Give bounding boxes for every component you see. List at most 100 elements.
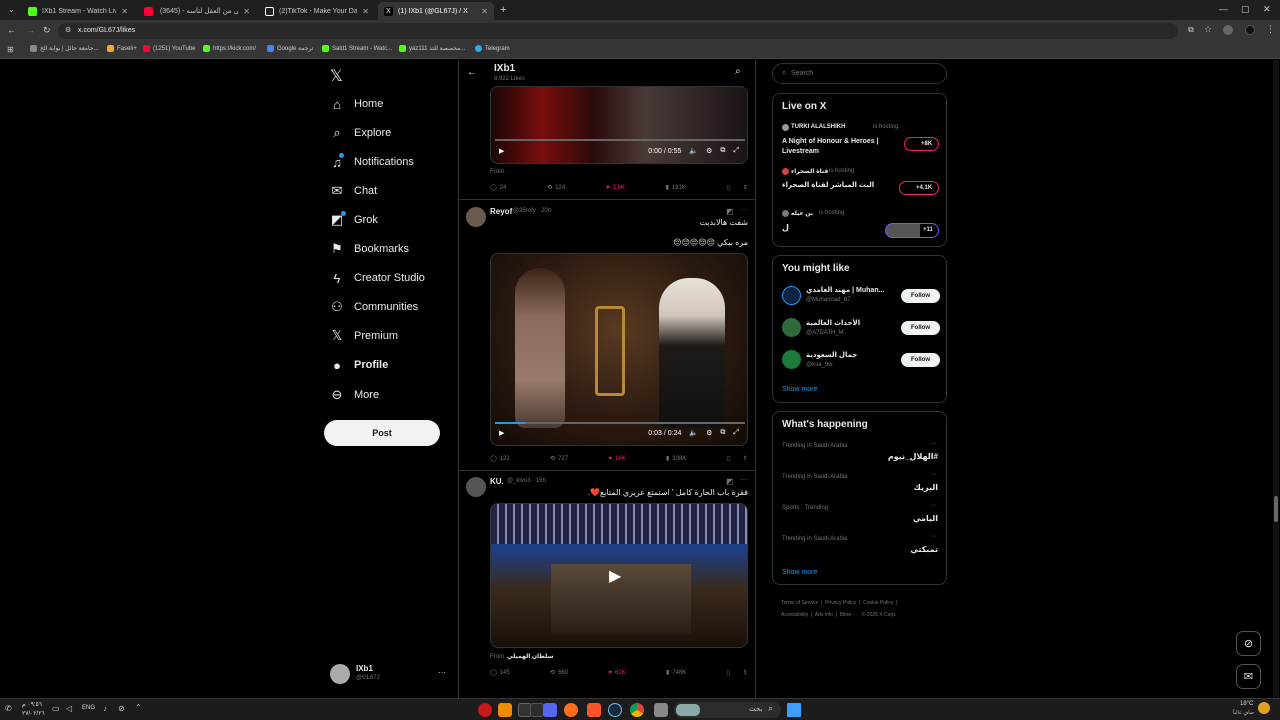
taskbar-search[interactable]: بحث ⌕ [674, 702, 781, 718]
bookmark-item[interactable]: جامعة حائل | بوابة الخ... [30, 45, 99, 52]
search-icon[interactable]: ⌕ [735, 66, 741, 77]
close-icon[interactable]: ✕ [481, 7, 488, 16]
follow-button[interactable]: Follow [901, 289, 940, 303]
play-icon[interactable]: ▶ [499, 147, 504, 155]
brave-icon[interactable] [587, 703, 601, 717]
volume-icon[interactable]: ◁ [66, 704, 72, 713]
network-icon[interactable]: ⊘ [118, 704, 125, 713]
avatar[interactable] [466, 477, 486, 497]
trend-item[interactable]: تمبكتي [910, 545, 938, 554]
discord-icon[interactable] [543, 703, 557, 717]
video-player[interactable]: ▶ 0:00 / 0:55 🔈 ⚙ ⧉ ⤢ [490, 86, 748, 164]
maximize-icon[interactable]: ▢ [1241, 4, 1250, 15]
nav-profile[interactable]: ● Profile [330, 358, 388, 373]
weather-temp[interactable]: 18°C [1240, 701, 1253, 707]
settings-icon[interactable]: ⚙ [706, 429, 712, 437]
suggestion-name[interactable]: الأحداث العالمية [806, 319, 860, 327]
nav-premium[interactable]: 𝕏 Premium [330, 328, 398, 343]
fullscreen-icon[interactable]: ⤢ [733, 429, 739, 437]
live-count-badge[interactable]: +4.1K [899, 181, 939, 195]
views-button[interactable]: ▮ 748K [666, 669, 686, 677]
more-icon[interactable]: ··· [438, 668, 446, 677]
play-icon[interactable]: ▶ [499, 429, 504, 437]
language-indicator[interactable]: ENG [82, 705, 95, 711]
volume-icon[interactable]: 🔈 [689, 429, 698, 437]
bookmark-item[interactable]: Faselı+ [107, 45, 137, 52]
pip-icon[interactable]: ⧉ [720, 429, 725, 437]
nav-chat[interactable]: ✉ Chat [330, 183, 378, 198]
close-icon[interactable]: ✕ [243, 7, 250, 16]
footer-link[interactable]: Accessibility [781, 612, 808, 618]
windows-start-icon[interactable] [787, 703, 801, 717]
suggestion-name[interactable]: مهند الغامدي | Muhan... [806, 286, 884, 294]
trend-more-icon[interactable]: ··· [930, 533, 937, 540]
nav-communities[interactable]: ⚇ Communities [330, 299, 418, 314]
bookmark-item[interactable]: Sald1 Stream - Watc... [322, 45, 392, 52]
tab-x[interactable]: X (1) IXb1 (@GL67J) / X ✕ [378, 2, 494, 20]
play-icon[interactable]: ▶ [609, 566, 621, 586]
vlc-icon[interactable] [498, 703, 512, 717]
nav-more[interactable]: ⊖ More [330, 387, 380, 402]
battery-icon[interactable]: ▭ [52, 704, 60, 713]
live-count-badge[interactable]: +8K [904, 137, 939, 151]
avatar[interactable] [782, 318, 801, 337]
nav-notifications[interactable]: ♫ Notifications [330, 153, 414, 170]
bookmark-button[interactable]: ▯ ⇪ [727, 184, 748, 191]
bookmark-item[interactable]: (1251) YouTube [143, 45, 195, 52]
window-close-icon[interactable]: ✕ [1263, 4, 1271, 15]
trend-item[interactable]: اليامي [913, 514, 938, 523]
firefox-icon[interactable] [564, 703, 578, 717]
live-host[interactable]: قناة الصحراء [791, 168, 828, 175]
mic-icon[interactable]: ♪ [103, 704, 107, 713]
live-title-text[interactable]: البث المباشر لقناة الصحراء [782, 181, 874, 189]
bookmark-item[interactable]: https://kick.com/ [203, 45, 256, 52]
back-arrow-icon[interactable]: ← [467, 67, 477, 78]
reply-button[interactable]: ◯ 24 [490, 184, 506, 192]
share-icon[interactable]: ⇪ [743, 184, 748, 191]
avatar[interactable] [782, 350, 801, 369]
share-icon[interactable]: ⇪ [743, 669, 748, 676]
more-icon[interactable]: ··· [740, 205, 748, 214]
show-more-link[interactable]: Show more [782, 569, 817, 576]
site-info-icon[interactable]: ⚙ [65, 26, 71, 34]
follow-button[interactable]: Follow [901, 353, 940, 367]
footer-link[interactable]: Privacy Policy [825, 600, 856, 606]
opera-icon[interactable] [478, 703, 492, 717]
pip-icon[interactable]: ⧉ [720, 147, 725, 155]
like-button[interactable]: ♥ 61K [608, 669, 625, 676]
bookmark-item[interactable]: yaz111 مخصصة للتذ... [399, 45, 465, 52]
bookmark-button[interactable]: ▯ ⇪ [727, 669, 748, 676]
views-button[interactable]: ▮ 338K [666, 455, 686, 463]
volume-icon[interactable]: 🔈 [689, 147, 698, 155]
settings-icon[interactable]: ⚙ [706, 147, 712, 155]
live-host[interactable]: بن عيله [791, 210, 813, 217]
menu-icon[interactable]: ⋮ [1266, 24, 1275, 35]
account-switcher[interactable]: IXb1 @GL67J ··· [328, 662, 450, 688]
file-explorer-icon[interactable] [654, 703, 668, 717]
live-count-badge[interactable]: +11 [885, 223, 939, 238]
footer-link[interactable]: Cookie Policy [863, 600, 893, 606]
nav-bookmarks[interactable]: ⚑ Bookmarks [330, 241, 409, 256]
footer-link[interactable]: Terms of Service [781, 600, 818, 606]
chrome-icon[interactable] [630, 703, 644, 717]
trend-item[interactable]: #الهلال_نيوم [888, 452, 938, 461]
apps-icon[interactable]: ⊞ [7, 45, 14, 54]
tab-kick[interactable]: IXb1 Stream - Watch Live on Ki ✕ [22, 2, 134, 20]
trend-item[interactable]: البريك [914, 483, 938, 492]
x-logo-icon[interactable]: 𝕏 [330, 66, 343, 86]
profile-avatar-icon[interactable] [1223, 25, 1233, 35]
minimize-icon[interactable]: — [1219, 4, 1228, 14]
tray-chevron-icon[interactable]: ⌃ [135, 703, 142, 712]
address-bar[interactable]: ⚙ x.com/GL67J/likes [58, 23, 1178, 39]
share-icon[interactable]: ⇪ [743, 455, 748, 462]
reply-button[interactable]: ◯ 145 [490, 669, 510, 677]
back-icon[interactable]: ← [7, 25, 16, 35]
more-icon[interactable]: ··· [740, 475, 748, 484]
grok-float-button[interactable]: ⊘ [1236, 631, 1261, 656]
follow-button[interactable]: Follow [901, 321, 940, 335]
app-icon[interactable] [530, 703, 544, 717]
post-button[interactable]: Post [324, 420, 440, 446]
show-more-link[interactable]: Show more [782, 386, 817, 393]
repost-button[interactable]: ⟲ 660 [550, 669, 568, 677]
video-player[interactable]: ▶ 0:03 / 0:24 🔈 ⚙ ⧉ ⤢ [490, 253, 748, 446]
